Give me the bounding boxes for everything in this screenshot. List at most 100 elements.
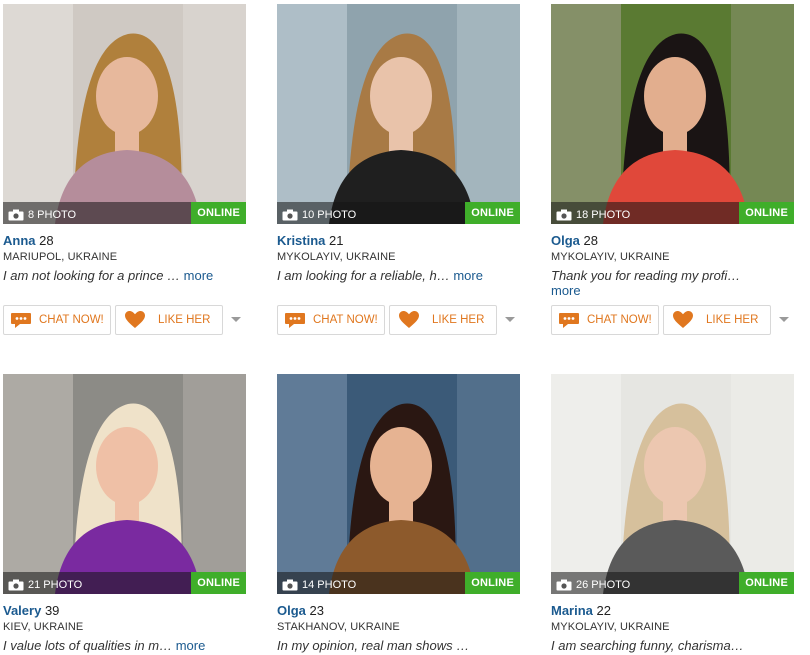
profile-name-link[interactable]: Olga [551,233,580,248]
profile-name-link[interactable]: Marina [551,603,593,618]
profile-bio: I am not looking for a prince … more [3,268,246,283]
profile-card: 8 PHOTO ONLINE Anna 28 MARIUPOL, UKRAINE … [3,4,246,283]
online-status-badge: ONLINE [465,572,520,594]
heart-icon [125,311,145,328]
name-line: Olga 23 [277,603,520,618]
heart-icon [673,311,693,328]
online-status-badge: ONLINE [191,202,246,224]
photo-count-label: 10 PHOTO [302,209,357,221]
like-her-button[interactable]: LIKE HER [115,305,223,335]
profile-card: 18 PHOTO ONLINE Olga 28 MYKOLAYIV, UKRAIN… [551,4,794,298]
profile-card: 26 PHOTO ONLINE Marina 22 MYKOLAYIV, UKRA… [551,374,794,653]
chat-now-label: CHAT NOW! [587,314,652,326]
photo-count[interactable]: 18 PHOTO [556,209,630,221]
profile-age: 22 [596,603,611,618]
card-actions: CHAT NOW! LIKE HER [3,305,243,335]
bio-text: Thank you for reading my profi… [551,268,741,283]
photo-count-label: 14 PHOTO [302,579,357,591]
profile-name-link[interactable]: Kristina [277,233,325,248]
chat-now-button[interactable]: CHAT NOW! [551,305,659,335]
online-status-badge: ONLINE [465,202,520,224]
name-line: Anna 28 [3,233,246,248]
photo-count[interactable]: 8 PHOTO [8,209,76,221]
chat-now-label: CHAT NOW! [313,314,378,326]
profile-photo[interactable]: 8 PHOTO ONLINE [3,4,246,224]
camera-icon [556,209,572,221]
profile-location: MYKOLAYIV, UKRAINE [551,251,670,263]
more-link[interactable]: more [551,283,581,298]
portrait-image [3,4,246,224]
profile-bio: I am searching funny, charisma… [551,638,794,653]
profile-name-link[interactable]: Anna [3,233,36,248]
profile-location: KIEV, UKRAINE [3,621,84,633]
profile-photo[interactable]: 26 PHOTO ONLINE [551,374,794,594]
online-status-badge: ONLINE [739,202,794,224]
online-status-badge: ONLINE [739,572,794,594]
like-her-button[interactable]: LIKE HER [389,305,497,335]
camera-icon [556,579,572,591]
photo-count-label: 21 PHOTO [28,579,83,591]
profile-age: 28 [583,233,598,248]
bio-text: I am not looking for a prince … [3,268,181,283]
chat-now-button[interactable]: CHAT NOW! [3,305,111,335]
heart-icon [399,311,419,328]
photo-count[interactable]: 26 PHOTO [556,579,630,591]
bio-text: I am looking for a reliable, h… [277,268,450,283]
profile-location: STAKHANOV, UKRAINE [277,621,400,633]
chevron-down-icon[interactable] [777,315,791,325]
profile-name-link[interactable]: Valery [3,603,41,618]
photo-count-label: 18 PHOTO [576,209,631,221]
profile-location: MARIUPOL, UKRAINE [3,251,118,263]
profile-age: 21 [329,233,344,248]
camera-icon [8,579,24,591]
like-her-label: LIKE HER [432,314,485,326]
photo-count[interactable]: 14 PHOTO [282,579,356,591]
portrait-image [277,4,520,224]
chat-bubble-icon [11,313,31,328]
profile-photo[interactable]: 18 PHOTO ONLINE [551,4,794,224]
card-actions: CHAT NOW! LIKE HER [551,305,791,335]
profile-photo[interactable]: 21 PHOTO ONLINE [3,374,246,594]
profile-bio: In my opinion, real man shows … [277,638,520,653]
more-link[interactable]: more [184,268,214,283]
profile-location: MYKOLAYIV, UKRAINE [551,621,670,633]
portrait-image [277,374,520,594]
camera-icon [282,209,298,221]
photo-count[interactable]: 10 PHOTO [282,209,356,221]
online-status-badge: ONLINE [191,572,246,594]
profile-age: 23 [309,603,324,618]
like-her-button[interactable]: LIKE HER [663,305,771,335]
portrait-image [551,4,794,224]
profile-age: 39 [44,603,60,618]
like-her-label: LIKE HER [158,314,211,326]
chat-bubble-icon [559,313,579,328]
profile-photo[interactable]: 10 PHOTO ONLINE [277,4,520,224]
name-line: Kristina 21 [277,233,520,248]
profile-name-link[interactable]: Olga [277,603,306,618]
profile-bio: I value lots of qualities in m… more [3,638,246,653]
chat-now-button[interactable]: CHAT NOW! [277,305,385,335]
profile-photo[interactable]: 14 PHOTO ONLINE [277,374,520,594]
more-link[interactable]: more [176,638,206,653]
like-her-label: LIKE HER [706,314,759,326]
chevron-down-icon[interactable] [503,315,517,325]
profile-card: 10 PHOTO ONLINE Kristina 21 MYKOLAYIV, UK… [277,4,520,283]
profile-bio: I am looking for a reliable, h… more [277,268,520,283]
photo-count[interactable]: 21 PHOTO [8,579,82,591]
card-actions: CHAT NOW! LIKE HER [277,305,517,335]
more-link[interactable]: more [453,268,483,283]
profile-card: 21 PHOTO ONLINE Valery 39 KIEV, UKRAINE I… [3,374,246,653]
bio-text: In my opinion, real man shows … [277,638,470,653]
camera-icon [8,209,24,221]
bio-text: I value lots of qualities in m… [3,638,173,653]
chevron-down-icon[interactable] [229,315,243,325]
name-line: Marina 22 [551,603,794,618]
profile-age: 28 [39,233,54,248]
profile-bio: Thank you for reading my profi… more [551,268,766,298]
name-line: Olga 28 [551,233,794,248]
camera-icon [282,579,298,591]
chat-bubble-icon [285,313,305,328]
portrait-image [551,374,794,594]
profile-card: 14 PHOTO ONLINE Olga 23 STAKHANOV, UKRAIN… [277,374,520,653]
bio-text: I am searching funny, charisma… [551,638,744,653]
